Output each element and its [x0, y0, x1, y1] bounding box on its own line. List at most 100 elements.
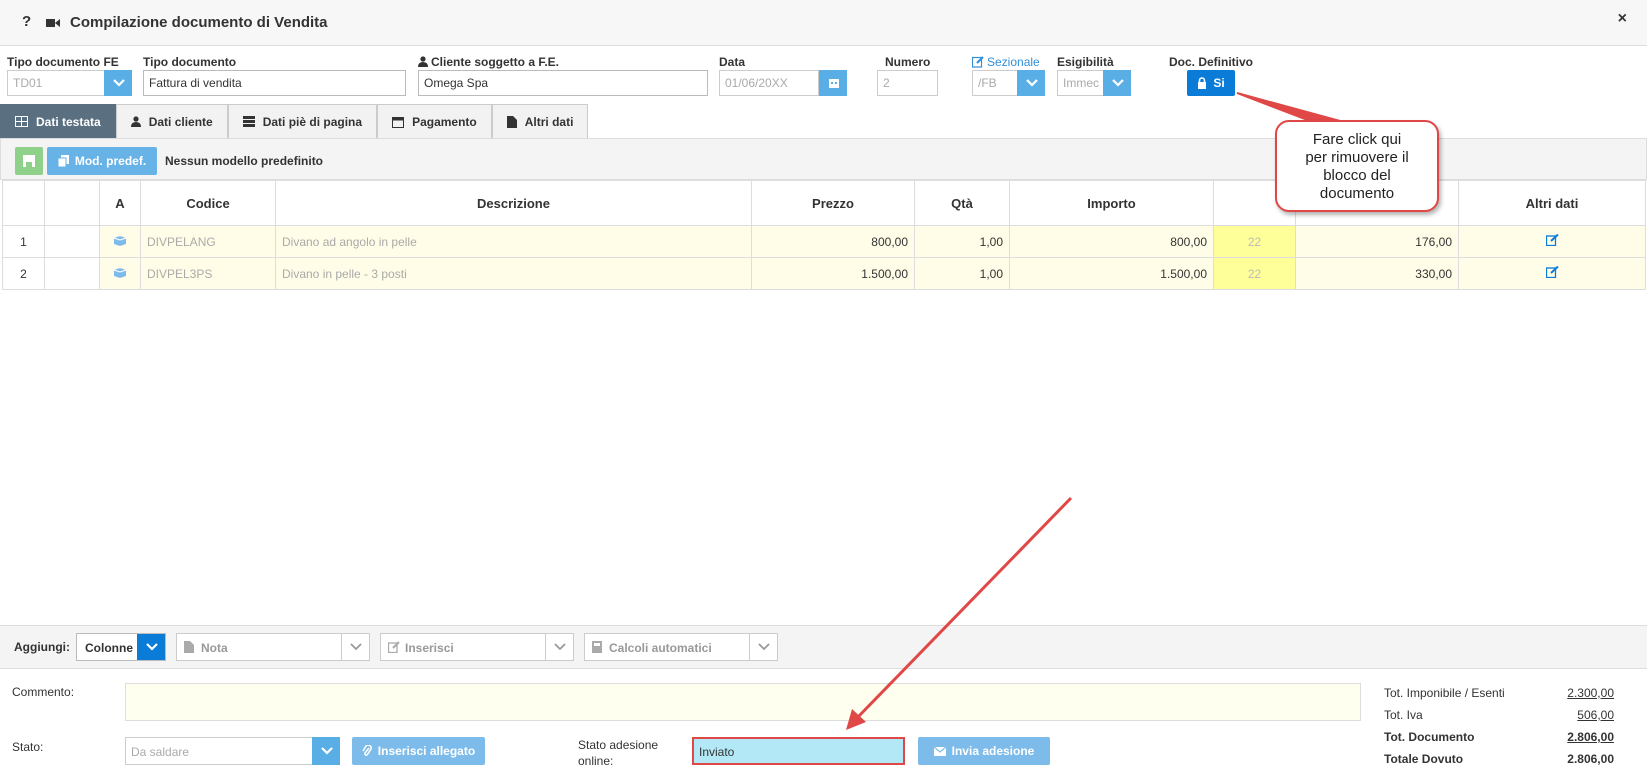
codice-cell[interactable]: DIVPEL3PS [140, 257, 276, 290]
iva-cell[interactable]: 22 [1213, 225, 1296, 258]
nota-dropdown-button[interactable] [341, 634, 369, 660]
esigibilita-dropdown-button[interactable] [1103, 70, 1131, 96]
total-row: Tot. Imponibile / Esenti 2.300,00 [1384, 683, 1614, 705]
calcoli-dropdown-button[interactable] [749, 634, 777, 660]
tab-dati-cliente[interactable]: Dati cliente [115, 104, 228, 138]
box-icon [113, 267, 127, 278]
user-icon [418, 56, 428, 67]
chevron-down-icon [350, 643, 362, 651]
chevron-down-icon [1026, 79, 1038, 87]
article-type-cell[interactable] [99, 257, 141, 290]
edit-icon[interactable] [972, 56, 984, 68]
invia-adesione-button[interactable]: Invia adesione [918, 737, 1050, 765]
importo-iva-cell: 330,00 [1295, 257, 1459, 290]
tipo-doc-field[interactable]: Fattura di vendita [143, 70, 406, 96]
row-number: 2 [2, 257, 45, 290]
close-icon[interactable]: × [1618, 10, 1627, 28]
altri-dati-cell[interactable] [1458, 225, 1646, 258]
col-header-altri-dati[interactable]: Altri dati [1458, 180, 1646, 226]
callout-line: blocco del [1323, 167, 1391, 184]
mod-predef-button[interactable]: Mod. predef. [47, 147, 157, 175]
data-label: Data [719, 55, 746, 69]
inserisci-allegato-button[interactable]: Inserisci allegato [352, 737, 485, 765]
calendar-icon [829, 79, 839, 88]
prezzo-cell[interactable]: 800,00 [751, 225, 915, 258]
altri-dati-cell[interactable] [1458, 257, 1646, 290]
save-button[interactable] [15, 147, 43, 175]
esigibilita-label: Esigibilità [1057, 55, 1114, 69]
nota-select[interactable]: Nota [176, 633, 370, 661]
tab-pagamento[interactable]: Pagamento [377, 104, 492, 138]
sezionale-dropdown-button[interactable] [1017, 70, 1045, 96]
total-value[interactable]: 506,00 [1577, 708, 1614, 722]
total-label: Tot. Iva [1384, 708, 1423, 722]
row-select-cell[interactable] [44, 257, 100, 290]
stato-dropdown-button[interactable] [312, 737, 340, 765]
edit-icon[interactable] [1545, 265, 1559, 279]
calcoli-label: Calcoli automatici [609, 641, 712, 655]
col-header-prezzo[interactable]: Prezzo [751, 180, 915, 226]
codice-cell[interactable]: DIVPELANG [140, 225, 276, 258]
total-value: 2.806,00 [1567, 752, 1614, 766]
descrizione-cell[interactable]: Divano ad angolo in pelle [275, 225, 752, 258]
total-row: Tot. Iva 506,00 [1384, 705, 1614, 727]
qta-cell[interactable]: 1,00 [914, 225, 1010, 258]
col-header-codice[interactable]: Codice [140, 180, 276, 226]
tipo-fe-dropdown-button[interactable] [104, 70, 132, 96]
tab-altri-dati[interactable]: Altri dati [491, 104, 589, 138]
esigibilita-select[interactable]: Immec [1057, 70, 1104, 96]
descrizione-cell[interactable]: Divano in pelle - 3 posti [275, 257, 752, 290]
tipo-fe-select[interactable]: TD01 [7, 70, 105, 96]
colonne-dropdown-button[interactable] [137, 634, 165, 660]
annotation-callout: Fare click qui per rimuovere il blocco d… [1275, 120, 1439, 212]
tab-dati-pie-di-pagina[interactable]: Dati piè di pagina [227, 104, 378, 138]
total-value[interactable]: 2.806,00 [1567, 730, 1614, 744]
iva-cell[interactable]: 22 [1213, 257, 1296, 290]
stato-adesione-field: Inviato [692, 737, 905, 765]
row-select-cell[interactable] [44, 225, 100, 258]
stato-select[interactable]: Da saldare [125, 737, 313, 765]
totals-panel: Tot. Imponibile / Esenti 2.300,00 Tot. Iv… [1384, 683, 1614, 771]
total-label: Totale Dovuto [1384, 752, 1464, 766]
col-header-descrizione[interactable]: Descrizione [275, 180, 752, 226]
inserisci-select[interactable]: Inserisci [380, 633, 574, 661]
tab-dati-testata[interactable]: Dati testata [0, 104, 116, 138]
video-camera-icon[interactable] [46, 18, 60, 28]
row-number: 1 [2, 225, 45, 258]
help-icon[interactable]: ? [22, 13, 31, 30]
sezionale-link[interactable]: Sezionale [987, 55, 1040, 69]
table-row[interactable]: 1 DIVPELANG Divano ad angolo in pelle 80… [2, 225, 1646, 258]
col-header-qta[interactable]: Qtà [914, 180, 1010, 226]
doc-definitivo-button-label: Si [1213, 76, 1225, 90]
invia-adesione-label: Invia adesione [951, 744, 1035, 758]
inserisci-allegato-label: Inserisci allegato [377, 744, 476, 758]
col-header-importo[interactable]: Importo [1009, 180, 1214, 226]
prezzo-cell[interactable]: 1.500,00 [751, 257, 915, 290]
data-field[interactable]: 01/06/20XX [719, 70, 819, 96]
importo-cell[interactable]: 800,00 [1009, 225, 1214, 258]
copy-icon [57, 155, 69, 167]
stato-adesione-label: Stato adesione [578, 738, 659, 752]
doc-definitivo-button[interactable]: Si [1187, 70, 1235, 96]
importo-cell[interactable]: 1.500,00 [1009, 257, 1214, 290]
inserisci-dropdown-button[interactable] [545, 634, 573, 660]
tab-label: Altri dati [524, 114, 574, 129]
window-title-bar: ? Compilazione documento di Vendita × [0, 0, 1647, 46]
cliente-field[interactable]: Omega Spa [418, 70, 708, 96]
colonne-select[interactable]: Colonne [76, 633, 166, 661]
chevron-down-icon [146, 643, 158, 651]
edit-icon[interactable] [1545, 233, 1559, 247]
calendar-icon [392, 116, 405, 128]
calendar-button[interactable] [819, 70, 847, 96]
qta-cell[interactable]: 1,00 [914, 257, 1010, 290]
chevron-down-icon [113, 79, 125, 87]
sezionale-select[interactable]: /FB [972, 70, 1018, 96]
callout-line: documento [1319, 185, 1395, 202]
table-row[interactable]: 2 DIVPEL3PS Divano in pelle - 3 posti 1.… [2, 257, 1646, 290]
total-value[interactable]: 2.300,00 [1567, 686, 1614, 700]
article-type-cell[interactable] [99, 225, 141, 258]
commento-input[interactable] [125, 683, 1361, 721]
calcoli-select[interactable]: Calcoli automatici [584, 633, 778, 661]
col-header-a[interactable]: A [99, 180, 141, 226]
numero-field[interactable]: 2 [877, 70, 938, 96]
